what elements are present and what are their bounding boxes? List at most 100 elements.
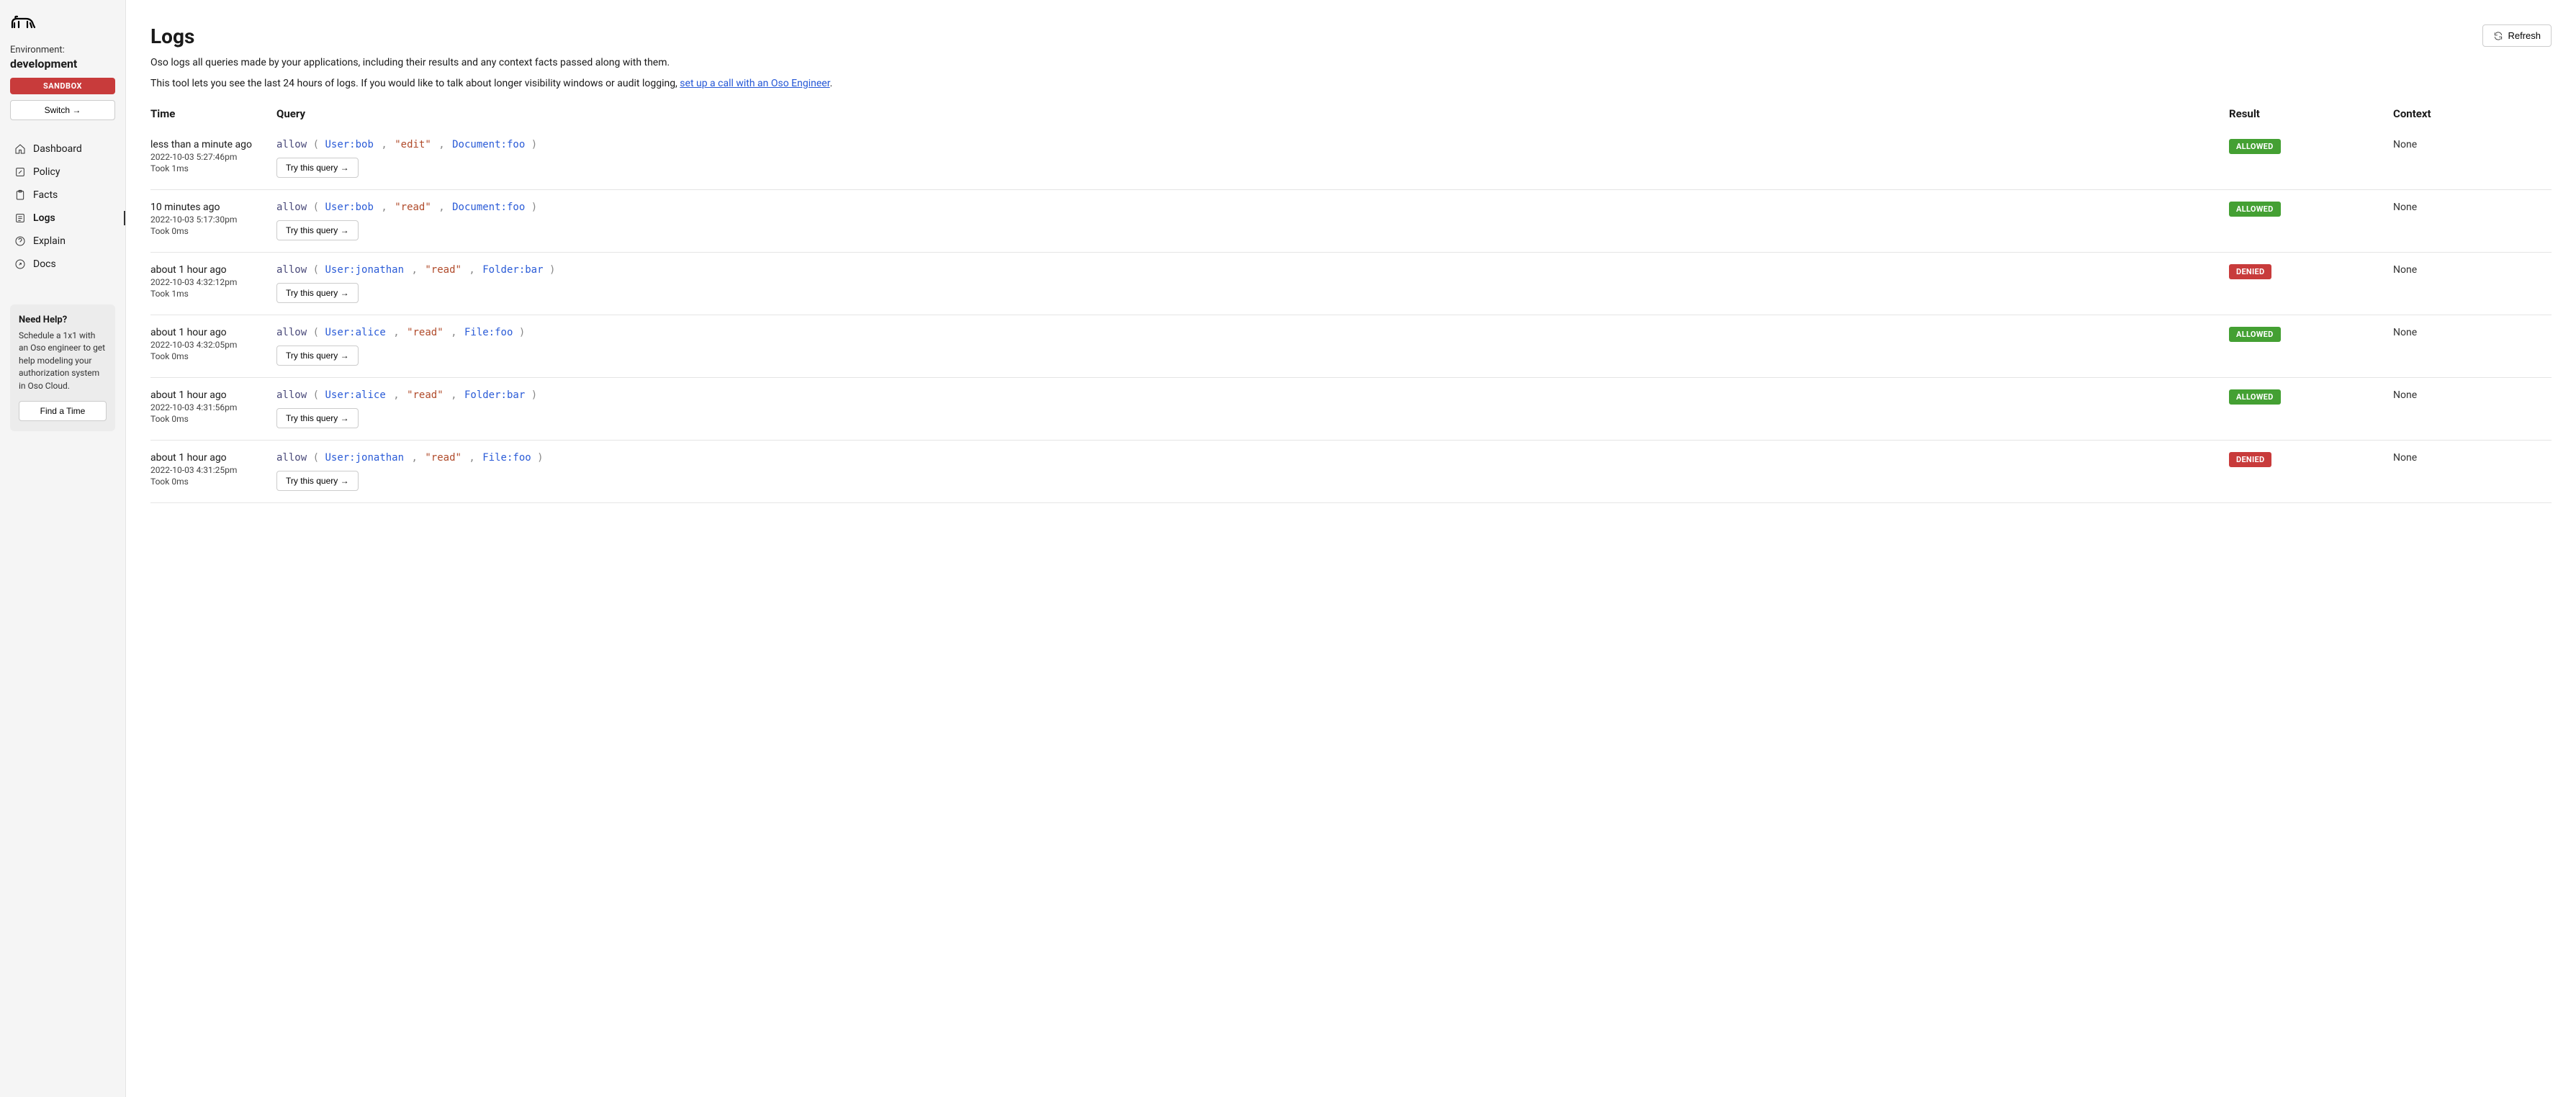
result-denied-badge: DENIED <box>2229 452 2271 467</box>
sidebar-item-facts[interactable]: Facts <box>10 184 115 207</box>
help-text: Schedule a 1x1 with an Oso engineer to g… <box>19 330 107 392</box>
sidebar-item-label: Policy <box>33 166 60 178</box>
context-column: None <box>2393 202 2552 213</box>
result-column: ALLOWED <box>2229 139 2393 154</box>
query-code: allow ( User:bob , "edit" , Document:foo… <box>276 139 2229 150</box>
try-query-button[interactable]: Try this query → <box>276 471 359 491</box>
sidebar-item-dashboard[interactable]: Dashboard <box>10 137 115 161</box>
column-context: Context <box>2393 107 2552 120</box>
log-row: less than a minute ago 2022-10-03 5:27:46… <box>150 127 2552 190</box>
page-title: Logs <box>150 24 194 48</box>
time-absolute: 2022-10-03 5:27:46pm <box>150 152 276 162</box>
column-result: Result <box>2229 107 2393 120</box>
query-code: allow ( User:jonathan , "read" , File:fo… <box>276 452 2229 464</box>
nav-list: Dashboard Policy Facts Logs Explain Docs <box>10 137 115 276</box>
try-query-button[interactable]: Try this query → <box>276 408 359 428</box>
context-column: None <box>2393 452 2552 464</box>
help-title: Need Help? <box>19 315 107 325</box>
result-column: DENIED <box>2229 452 2393 467</box>
log-row: about 1 hour ago2022-10-03 4:32:12pm Took… <box>150 253 2552 315</box>
result-denied-badge: DENIED <box>2229 264 2271 279</box>
time-relative: about 1 hour ago <box>150 389 276 401</box>
time-duration: Took 0ms <box>150 477 276 487</box>
time-column: about 1 hour ago 2022-10-03 4:32:05pmTook… <box>150 327 276 361</box>
result-column: ALLOWED <box>2229 327 2393 342</box>
refresh-icon <box>2493 31 2503 41</box>
query-code: allow ( User:alice , "read" , Folder:bar… <box>276 389 2229 401</box>
time-relative: about 1 hour ago <box>150 452 276 464</box>
time-relative: about 1 hour ago <box>150 264 276 276</box>
sidebar-item-label: Explain <box>33 235 66 247</box>
clipboard-icon <box>14 189 26 201</box>
result-allowed-badge: ALLOWED <box>2229 139 2281 154</box>
time-column: about 1 hour ago2022-10-03 4:31:25pm Took… <box>150 452 276 487</box>
column-time: Time <box>150 107 276 120</box>
result-allowed-badge: ALLOWED <box>2229 327 2281 342</box>
time-duration: Took 1ms <box>150 289 276 299</box>
context-column: None <box>2393 389 2552 401</box>
sidebar-item-docs[interactable]: Docs <box>10 253 115 276</box>
time-absolute: 2022-10-03 4:32:12pm <box>150 277 276 287</box>
result-allowed-badge: ALLOWED <box>2229 202 2281 217</box>
result-column: ALLOWED <box>2229 202 2393 217</box>
setup-call-link[interactable]: set up a call with an Oso Engineer <box>680 78 829 89</box>
query-column: allow ( User:jonathan , "read" , Folder:… <box>276 264 2229 303</box>
time-relative: less than a minute ago <box>150 139 276 150</box>
environment-label: Environment: <box>10 45 115 55</box>
sidebar-item-logs[interactable]: Logs <box>10 207 115 230</box>
try-query-button[interactable]: Try this query → <box>276 158 359 178</box>
description-line-2: This tool lets you see the last 24 hours… <box>150 76 2552 91</box>
log-row: about 1 hour ago2022-10-03 4:31:56pmTook… <box>150 378 2552 441</box>
try-query-button[interactable]: Try this query → <box>276 220 359 240</box>
try-query-button[interactable]: Try this query → <box>276 283 359 303</box>
time-absolute: 2022-10-03 4:31:25pm <box>150 465 276 475</box>
query-column: allow ( User:alice , "read" , File:foo )… <box>276 327 2229 366</box>
main-content: Logs Refresh Oso logs all queries made b… <box>126 0 2576 1097</box>
sidebar-item-explain[interactable]: Explain <box>10 230 115 253</box>
column-query: Query <box>276 107 2229 120</box>
find-time-button[interactable]: Find a Time <box>19 401 107 421</box>
query-code: allow ( User:alice , "read" , File:foo ) <box>276 327 2229 338</box>
sidebar: Environment: development SANDBOX Switch … <box>0 0 126 1097</box>
pencil-square-icon <box>14 166 26 178</box>
log-row: 10 minutes ago 2022-10-03 5:17:30pmTook 0… <box>150 190 2552 253</box>
result-column: DENIED <box>2229 264 2393 279</box>
time-absolute: 2022-10-03 5:17:30pm <box>150 215 276 225</box>
log-rows: less than a minute ago 2022-10-03 5:27:46… <box>150 127 2552 503</box>
refresh-button[interactable]: Refresh <box>2482 24 2552 47</box>
time-column: about 1 hour ago2022-10-03 4:31:56pmTook… <box>150 389 276 424</box>
result-allowed-badge: ALLOWED <box>2229 389 2281 405</box>
query-column: allow ( User:bob , "edit" , Document:foo… <box>276 139 2229 178</box>
question-circle-icon <box>14 235 26 247</box>
sidebar-item-label: Dashboard <box>33 143 82 155</box>
external-link-icon <box>14 258 26 270</box>
time-column: 10 minutes ago 2022-10-03 5:17:30pmTook 0… <box>150 202 276 236</box>
time-absolute: 2022-10-03 4:32:05pm <box>150 340 276 350</box>
time-relative: about 1 hour ago <box>150 327 276 338</box>
time-column: about 1 hour ago2022-10-03 4:32:12pm Took… <box>150 264 276 299</box>
query-column: allow ( User:bob , "read" , Document:foo… <box>276 202 2229 240</box>
table-header: Time Query Result Context <box>150 97 2552 127</box>
time-absolute: 2022-10-03 4:31:56pm <box>150 402 276 412</box>
sidebar-item-policy[interactable]: Policy <box>10 161 115 184</box>
switch-environment-button[interactable]: Switch → <box>10 100 115 120</box>
logs-icon <box>14 212 26 224</box>
logo[interactable] <box>10 14 115 30</box>
log-row: about 1 hour ago2022-10-03 4:31:25pm Took… <box>150 441 2552 503</box>
time-duration: Took 0ms <box>150 226 276 236</box>
time-duration: Took 0ms <box>150 351 276 361</box>
try-query-button[interactable]: Try this query → <box>276 346 359 366</box>
help-card: Need Help? Schedule a 1x1 with an Oso en… <box>10 304 115 431</box>
description-line-1: Oso logs all queries made by your applic… <box>150 55 2552 71</box>
query-code: allow ( User:bob , "read" , Document:foo… <box>276 202 2229 213</box>
time-relative: 10 minutes ago <box>150 202 276 213</box>
bear-logo-icon <box>10 14 37 30</box>
query-column: allow ( User:jonathan , "read" , File:fo… <box>276 452 2229 491</box>
sidebar-item-label: Logs <box>33 212 55 224</box>
log-row: about 1 hour ago 2022-10-03 4:32:05pmTook… <box>150 315 2552 378</box>
sidebar-item-label: Facts <box>33 189 58 201</box>
sandbox-badge: SANDBOX <box>10 78 115 94</box>
context-column: None <box>2393 139 2552 150</box>
sidebar-item-label: Docs <box>33 258 56 270</box>
environment-name: development <box>10 57 115 71</box>
